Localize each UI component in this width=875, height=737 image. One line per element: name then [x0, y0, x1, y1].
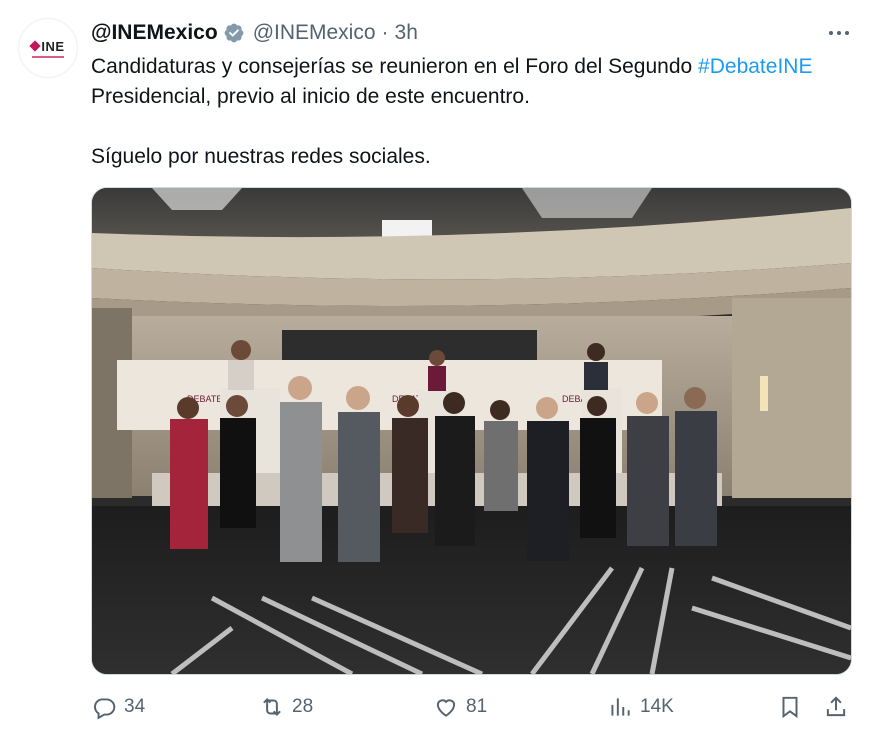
reply-count: 34: [124, 696, 146, 717]
share-button[interactable]: [823, 692, 849, 722]
repost-button[interactable]: 28: [259, 692, 313, 722]
views-icon: [611, 698, 630, 716]
ine-logo: INE: [29, 38, 65, 54]
photo-illustration: DEBATE DEBATE DEBATE: [92, 188, 851, 674]
repost-count: 28: [292, 696, 314, 717]
tweet-text-paragraph-1: Candidaturas y consejerías se reunieron …: [91, 52, 861, 82]
share-icon: [826, 696, 846, 717]
tweet-text-line-2: Presidencial, previo al inicio de este e…: [91, 85, 530, 108]
bookmark-button[interactable]: [777, 692, 803, 722]
ine-logo-mark-icon: [29, 40, 42, 52]
tweet-text-line-1: Candidaturas y consejerías se reunieron …: [91, 55, 699, 78]
avatar[interactable]: INE: [18, 18, 78, 78]
tweet-text-line-3: Síguelo por nuestras redes sociales.: [91, 145, 431, 168]
avatar-label: INE: [41, 38, 65, 54]
verified-badge-icon: [224, 23, 244, 43]
more-options-icon[interactable]: [829, 26, 853, 40]
timestamp[interactable]: 3h: [395, 20, 418, 46]
repost-icon: [263, 698, 281, 716]
reply-button[interactable]: 34: [91, 692, 145, 722]
handle[interactable]: @INEMexico: [253, 20, 376, 46]
separator-dot: ·: [381, 21, 389, 44]
bookmark-icon: [782, 696, 798, 719]
like-count: 81: [466, 696, 488, 717]
tweet-photo[interactable]: DEBATE DEBATE DEBATE: [91, 187, 852, 675]
like-button[interactable]: 81: [433, 692, 487, 722]
display-name[interactable]: @INEMexico: [91, 20, 218, 46]
ine-logo-underline: [32, 55, 64, 58]
tweet-actions: 34 28 81 14K: [91, 692, 851, 722]
tweet-card[interactable]: INE @INEMexico @INEMexico · 3h Candidatu…: [0, 0, 875, 737]
views-count: 14K: [640, 696, 674, 717]
hashtag-link[interactable]: #DebateINE: [698, 55, 812, 78]
tweet-header: @INEMexico @INEMexico · 3h: [91, 20, 418, 46]
tweet-text: Candidaturas y consejerías se reunieron …: [91, 52, 861, 172]
views-button[interactable]: 14K: [607, 692, 674, 722]
heart-icon: [436, 699, 456, 717]
reply-icon: [93, 698, 116, 720]
